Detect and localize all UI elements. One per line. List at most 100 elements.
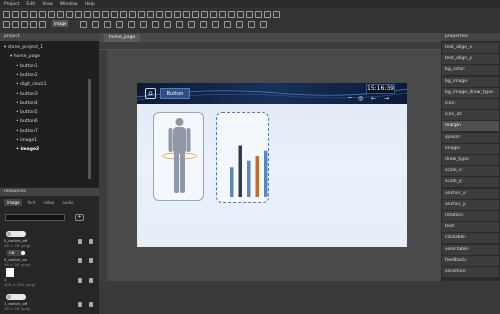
toolbar-icon[interactable]: [264, 11, 271, 18]
property-row[interactable]: anchor_x:: [442, 188, 499, 199]
add-resource-button[interactable]: +: [75, 214, 84, 221]
toolbar-icon[interactable]: [92, 21, 99, 28]
image-tool-button[interactable]: image: [52, 20, 69, 27]
wifi-icon[interactable]: ⌔: [347, 95, 353, 103]
toolbar-icon[interactable]: [188, 21, 195, 28]
toolbar-icon[interactable]: [192, 11, 199, 18]
toolbar-icon[interactable]: [176, 21, 183, 28]
property-row[interactable]: bg_image_draw_type:: [442, 87, 499, 98]
toolbar-icon[interactable]: [236, 21, 243, 28]
menu-project[interactable]: Project: [4, 2, 19, 7]
tree-item[interactable]: • button5: [16, 108, 38, 117]
toolbar-icon[interactable]: [104, 21, 111, 28]
toolbar-icon[interactable]: [237, 11, 244, 18]
trash-icon[interactable]: [89, 239, 93, 244]
toolbar-icon[interactable]: [66, 11, 73, 18]
toolbar-icon[interactable]: [80, 21, 87, 28]
toolbar-icon[interactable]: [39, 11, 46, 18]
tree-item[interactable]: • image1: [16, 136, 37, 145]
toolbar-icon[interactable]: [93, 11, 100, 18]
property-row[interactable]: text_align_y: [442, 54, 499, 65]
toolbar-icon[interactable]: [30, 11, 37, 18]
back-arrow-icon[interactable]: ←: [371, 95, 376, 102]
toolbar-icon[interactable]: [228, 11, 235, 18]
edit-icon[interactable]: [78, 258, 82, 263]
property-row[interactable]: clickable:: [442, 233, 499, 244]
tree-item[interactable]: • button6: [16, 117, 38, 126]
property-row[interactable]: sensitive:: [442, 267, 499, 277]
toolbar-icon[interactable]: [212, 21, 219, 28]
toolbar-icon[interactable]: [224, 21, 231, 28]
toolbar-icon[interactable]: [273, 11, 280, 18]
menu-view[interactable]: View: [42, 2, 53, 7]
property-row[interactable]: selectable:: [442, 244, 499, 255]
property-row[interactable]: rotation:: [442, 211, 499, 221]
edit-icon[interactable]: [78, 302, 82, 307]
resource-search-input[interactable]: [5, 214, 65, 221]
toolbar-icon[interactable]: [138, 11, 145, 18]
tab-home-page[interactable]: home_page: [104, 34, 141, 42]
toolbar-icon[interactable]: [260, 21, 267, 28]
toolbar-icon[interactable]: [30, 21, 37, 28]
toolbar-icon[interactable]: [165, 11, 172, 18]
toolbar-icon[interactable]: [156, 11, 163, 18]
resource-item[interactable]: 1 400 × 280 (png): [4, 277, 36, 287]
digit-clock[interactable]: 15:16:39: [366, 84, 395, 94]
toolbar-icon[interactable]: [116, 21, 123, 28]
property-row[interactable]: icon:: [442, 99, 499, 109]
resource-preview[interactable]: [6, 294, 26, 300]
toolbar-icon[interactable]: [200, 21, 207, 28]
toolbar-icon[interactable]: [147, 11, 154, 18]
toolbar-icon[interactable]: [75, 11, 82, 18]
tree-scrollbar[interactable]: [88, 79, 91, 179]
trash-icon[interactable]: [89, 258, 93, 263]
property-row[interactable]: image:: [442, 143, 499, 154]
screen-canvas[interactable]: ⌂ Button 15:16:39 ⌔ ◎ ← →: [137, 83, 407, 247]
tree-item[interactable]: • button1: [16, 62, 38, 71]
resource-item[interactable]: 0_switch_off 36 × 28 (png): [4, 238, 31, 248]
toolbar-icon[interactable]: [152, 21, 159, 28]
tree-item[interactable]: • button3: [16, 90, 38, 99]
tree-item[interactable]: • button7: [16, 127, 38, 136]
toolbar-icon[interactable]: [120, 11, 127, 18]
tab-video[interactable]: video: [40, 199, 57, 206]
toolbar-icon[interactable]: [255, 11, 262, 18]
property-row[interactable]: scale_x:: [442, 166, 499, 177]
toolbar-icon[interactable]: [183, 11, 190, 18]
property-row[interactable]: icon_at:: [442, 110, 499, 121]
toolbar-icon[interactable]: [3, 11, 10, 18]
tree-item[interactable]: • image2: [16, 145, 39, 154]
toolbar-icon[interactable]: [210, 11, 217, 18]
toolbar-icon[interactable]: [21, 21, 28, 28]
property-row[interactable]: text:: [442, 222, 499, 233]
tree-item[interactable]: • button4: [16, 99, 38, 108]
tab-image[interactable]: image: [4, 199, 23, 206]
toolbar-icon[interactable]: [128, 21, 135, 28]
tab-font[interactable]: font: [24, 199, 38, 206]
property-row[interactable]: draw_type:: [442, 155, 499, 165]
toolbar-icon[interactable]: [3, 21, 10, 28]
tree-item[interactable]: • digit_clock1: [16, 80, 47, 89]
menu-window[interactable]: Window: [60, 2, 78, 7]
resource-item[interactable]: 1_switch_off 36 × 28 (png): [4, 301, 31, 311]
toolbar-icon[interactable]: [164, 21, 171, 28]
property-row[interactable]: text_align_x: [442, 43, 499, 53]
property-row[interactable]: bg_image:: [442, 76, 499, 87]
resource-preview[interactable]: ON: [6, 250, 26, 256]
menu-edit[interactable]: Edit: [26, 2, 35, 7]
toolbar-icon[interactable]: [102, 11, 109, 18]
resource-item[interactable]: 0_switch_on 36 × 28 (png): [4, 257, 31, 267]
toolbar-icon[interactable]: [21, 11, 28, 18]
edit-icon[interactable]: [78, 239, 82, 244]
toolbar-icon[interactable]: [12, 21, 19, 28]
property-row[interactable]: margin: [442, 121, 499, 132]
toolbar-icon[interactable]: [48, 11, 55, 18]
property-row[interactable]: anchor_y:: [442, 199, 499, 210]
property-row[interactable]: scale_y:: [442, 177, 499, 188]
toolbar-icon[interactable]: [129, 11, 136, 18]
button-widget[interactable]: Button: [160, 88, 190, 99]
toolbar-icon[interactable]: [12, 11, 19, 18]
toolbar-icon[interactable]: [39, 21, 46, 28]
home-button[interactable]: ⌂: [145, 88, 156, 99]
toolbar-icon[interactable]: [248, 21, 255, 28]
